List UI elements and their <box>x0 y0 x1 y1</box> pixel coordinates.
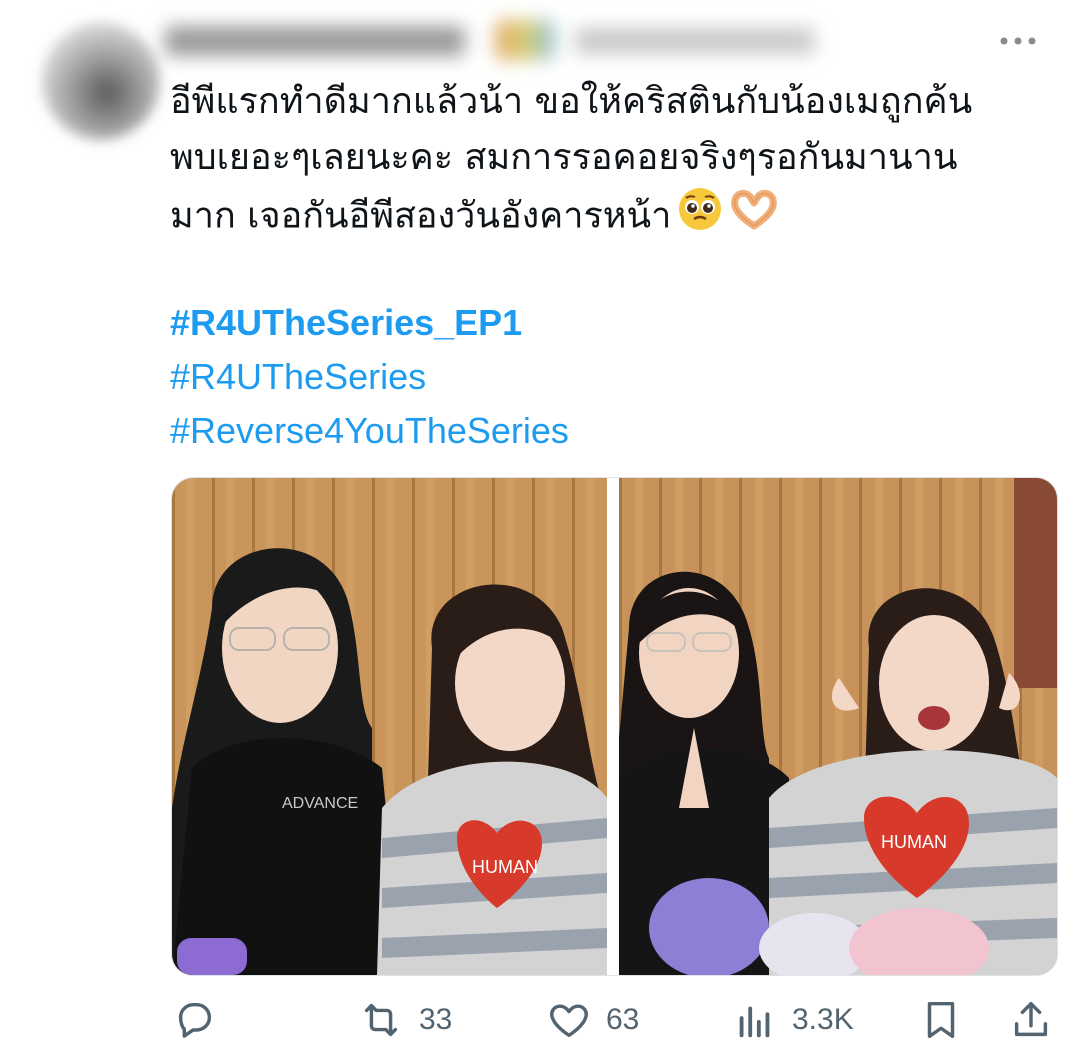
photo-2[interactable]: HUMAN <box>619 478 1057 975</box>
tweet-text-line: พบเยอะๆเลยนะคะ สมการรอคอยจริงๆรอกันมานาน <box>170 137 958 178</box>
tweet-text-line-end: มาก เจอกันอีพีสองวันอังคารหน้า <box>170 195 672 237</box>
tweet-text-line: มาก เจอกันอีพีสองวันอังคารหน้า <box>170 186 1050 249</box>
pleading-face-emoji <box>677 186 723 249</box>
bookmark-icon <box>918 997 964 1043</box>
action-bar: 33 63 3.3K <box>0 990 1080 1060</box>
tweet-text: อีพีแรกทำดีมากแล้วน้า ขอให้คริสตินกับน้อ… <box>170 74 1050 249</box>
views-chart-icon <box>732 997 778 1043</box>
svg-text:HUMAN: HUMAN <box>881 832 947 852</box>
hashtag-link[interactable]: #Reverse4YouTheSeries <box>170 404 569 458</box>
heart-icon <box>546 997 592 1043</box>
retweet-count: 33 <box>419 1003 453 1036</box>
bookmark-button[interactable] <box>918 990 964 1050</box>
like-button[interactable]: 63 <box>546 990 639 1050</box>
views-count: 3.3K <box>792 1003 854 1036</box>
reply-icon <box>172 997 218 1043</box>
media-grid: ADVANCE HUMAN HUMAN <box>171 477 1058 976</box>
more-horizontal-icon[interactable] <box>998 22 1038 56</box>
svg-text:HUMAN: HUMAN <box>472 857 538 877</box>
tweet-text-line: อีพีแรกทำดีมากแล้วน้า ขอให้คริสตินกับน้อ… <box>170 81 973 122</box>
hashtag-link[interactable]: #R4UTheSeries_EP1 <box>170 296 569 350</box>
share-icon <box>1008 997 1054 1043</box>
reply-button[interactable] <box>172 990 218 1050</box>
heart-hands-emoji <box>729 186 779 249</box>
svg-text:ADVANCE: ADVANCE <box>282 795 358 812</box>
share-button[interactable] <box>1008 990 1054 1050</box>
photo-1[interactable]: ADVANCE HUMAN <box>172 478 607 975</box>
retweet-button[interactable]: 33 <box>357 990 452 1050</box>
hashtag-link[interactable]: #R4UTheSeries <box>170 350 569 404</box>
blurred-username[interactable] <box>165 16 845 66</box>
hashtag-list: #R4UTheSeries_EP1 #R4UTheSeries #Reverse… <box>170 296 569 458</box>
avatar[interactable] <box>42 22 160 140</box>
retweet-icon <box>357 997 405 1043</box>
like-count: 63 <box>606 1003 640 1036</box>
views-button[interactable]: 3.3K <box>732 990 854 1050</box>
